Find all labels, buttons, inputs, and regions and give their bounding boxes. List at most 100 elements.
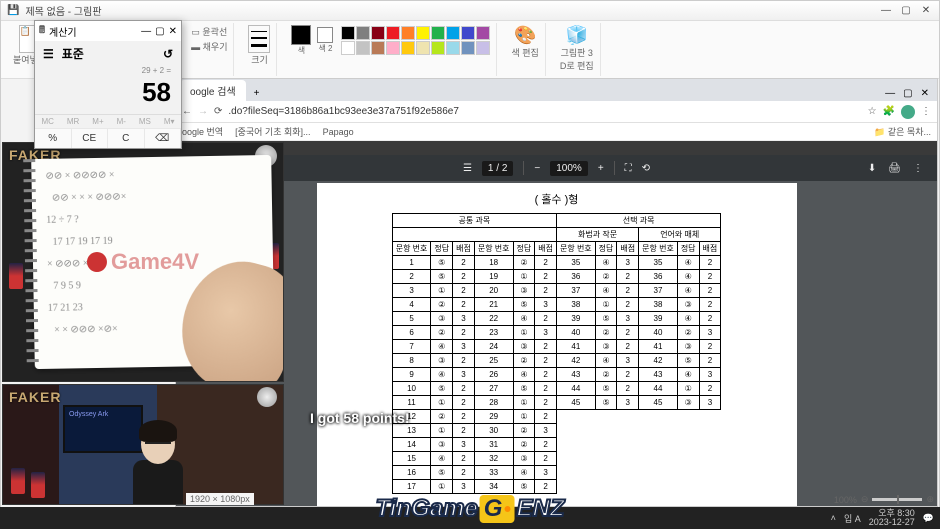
minimize-icon[interactable]: — [141, 26, 151, 37]
ribbon-edit-colors[interactable]: 🎨 색 편집 [505, 23, 545, 76]
color-swatch[interactable] [446, 26, 460, 40]
stroke-size-icon[interactable] [248, 25, 270, 53]
color-swatch[interactable] [461, 41, 475, 55]
paint-titlebar: 💾 제목 없음 - 그림판 — ▢ ✕ [1, 1, 939, 21]
color1-swatch[interactable] [291, 25, 311, 45]
color-palette[interactable] [341, 26, 490, 55]
streamer-figure [123, 424, 193, 505]
ribbon-paint3d[interactable]: 🧊 그림판 3 D로 편집 [554, 23, 601, 76]
color-swatch[interactable] [341, 26, 355, 40]
browser-tab[interactable]: oogle 검색 [180, 80, 246, 101]
maximize-icon[interactable]: ▢ [899, 5, 913, 16]
more-icon[interactable]: ⋮ [913, 163, 923, 174]
color-swatch[interactable] [341, 41, 355, 55]
color-swatch[interactable] [416, 41, 430, 55]
color-swatch[interactable] [461, 26, 475, 40]
back-icon[interactable]: ← [182, 106, 192, 117]
pdf-zoom[interactable]: 100% [550, 161, 588, 176]
color-swatch[interactable] [416, 26, 430, 40]
ime-indicator[interactable]: 입 A [844, 512, 861, 525]
print-icon[interactable]: 🖨 [888, 163, 901, 174]
calc-button[interactable]: % [35, 128, 72, 148]
close-icon[interactable]: ✕ [921, 88, 929, 99]
maximize-icon[interactable]: ▢ [155, 26, 164, 37]
pdf-sidebar-icon[interactable]: ☰ [463, 163, 472, 174]
redbull-can [31, 472, 45, 498]
calc-mem-btn[interactable]: M- [117, 117, 126, 126]
calc-mem-btn[interactable]: MS [139, 117, 151, 126]
rotate-icon[interactable]: ⟲ [642, 163, 650, 174]
fill-option[interactable]: ▬ 채우기 [191, 40, 227, 53]
color-swatch[interactable] [476, 41, 490, 55]
webcam-face: FAKER Odyssey Ark [2, 384, 284, 505]
calc-button[interactable]: CE [72, 128, 109, 148]
calc-mem-btn[interactable]: MR [67, 117, 79, 126]
bookmark-folder[interactable]: 📁 같은 목차... [874, 125, 931, 138]
palette-icon[interactable]: 🎨 [514, 25, 536, 46]
ribbon-outline: ▭ 윤곽선 ▬ 채우기 [185, 23, 234, 76]
calc-mem-btn[interactable]: M▾ [164, 117, 175, 126]
calc-button[interactable]: ⌫ [145, 128, 182, 148]
color-swatch[interactable] [386, 41, 400, 55]
color-swatch[interactable] [386, 26, 400, 40]
color-swatch[interactable] [431, 26, 445, 40]
redbull-can [9, 263, 23, 289]
browser-window: oogle 검색 + — ▢ ✕ ← → ⟳ .do?fileSeq=3186b… [175, 78, 938, 507]
calc-history: 29 + 2 = [35, 66, 181, 75]
menu-icon[interactable]: ☰ [43, 47, 54, 61]
color-swatch[interactable] [401, 26, 415, 40]
calc-button[interactable]: C [108, 128, 145, 148]
minimize-icon[interactable]: — [885, 88, 895, 99]
outline-option[interactable]: ▭ 윤곽선 [191, 25, 227, 38]
maximize-icon[interactable]: ▢ [903, 88, 912, 99]
notification-icon[interactable]: 💬 [923, 513, 934, 524]
calc-mem-btn[interactable]: MC [41, 117, 53, 126]
address-bar[interactable]: ← → ⟳ .do?fileSeq=3186b86a1bc93ee3e37a75… [176, 101, 937, 123]
fit-page-icon[interactable]: ⛶ [625, 163, 632, 174]
paint-title-text: 제목 없음 - 그림판 [25, 3, 101, 18]
paint-zoom-status[interactable]: 100%⊖⊕ [834, 494, 934, 505]
pdf-page-indicator[interactable]: 1 / 2 [482, 161, 513, 176]
webcam-notebook: FAKER ⊘⊘ × ⊘⊘⊘⊘ ×⊘⊘ × × × ⊘⊘⊘×12 ÷ 7 ?17… [2, 142, 284, 382]
star-icon[interactable]: ☆ [868, 106, 877, 117]
color2-swatch[interactable] [317, 27, 333, 43]
calc-titlebar[interactable]: 🖩 계산기 — ▢ ✕ [35, 21, 181, 41]
ribbon-size: 크기 [242, 23, 277, 76]
close-icon[interactable]: ✕ [919, 5, 933, 16]
zoom-out-icon[interactable]: − [534, 163, 540, 174]
calc-title-text: 계산기 [49, 24, 77, 39]
color-swatch[interactable] [356, 26, 370, 40]
bookmark-item[interactable]: Papago [323, 127, 354, 137]
answer-table: 공통 과목선택 과목화법과 작문언어와 매체문항 번호정답배점문항 번호정답배점… [392, 213, 722, 494]
close-icon[interactable]: ✕ [169, 26, 177, 37]
color-swatch[interactable] [401, 41, 415, 55]
color-swatch[interactable] [476, 26, 490, 40]
zoom-in-icon[interactable]: + [598, 163, 604, 174]
reload-icon[interactable]: ⟳ [214, 106, 222, 117]
color-swatch[interactable] [356, 41, 370, 55]
color-swatch[interactable] [446, 41, 460, 55]
profile-icon[interactable] [901, 105, 915, 119]
taskbar-tray-icon[interactable]: ˄ [831, 513, 836, 523]
paint-save-icon[interactable]: 💾 [7, 5, 19, 16]
calc-display: 58 [35, 75, 181, 114]
calc-memory-row: MC MR M+ M- MS M▾ [35, 114, 181, 128]
download-icon[interactable]: ⬇ [868, 163, 876, 174]
history-icon[interactable]: ↺ [163, 47, 173, 61]
color-swatch[interactable] [371, 26, 385, 40]
minimize-icon[interactable]: — [879, 5, 893, 16]
handwriting: 17 17 19 17 19 [53, 236, 113, 248]
menu-icon[interactable]: ⋮ [921, 106, 931, 117]
taskbar-clock[interactable]: 오후 8:302023-12-27 [869, 509, 915, 527]
pdf-viewport[interactable]: ( 홀수 )형 공통 과목선택 과목화법과 작문언어와 매체문항 번호정답배점문… [176, 181, 937, 506]
bookmark-item[interactable]: oogle 번역 [182, 125, 223, 138]
paint3d-icon[interactable]: 🧊 [566, 25, 588, 46]
pdf-page: ( 홀수 )형 공통 과목선택 과목화법과 작문언어와 매체문항 번호정답배점문… [317, 183, 797, 506]
bookmark-item[interactable]: [중국어 기초 회화]... [235, 125, 310, 138]
color-swatch[interactable] [371, 41, 385, 55]
extension-icon[interactable]: 🧩 [883, 106, 895, 117]
new-tab-icon[interactable]: + [248, 86, 266, 101]
forward-icon[interactable]: → [198, 106, 208, 117]
color-swatch[interactable] [431, 41, 445, 55]
calc-mem-btn[interactable]: M+ [92, 117, 103, 126]
